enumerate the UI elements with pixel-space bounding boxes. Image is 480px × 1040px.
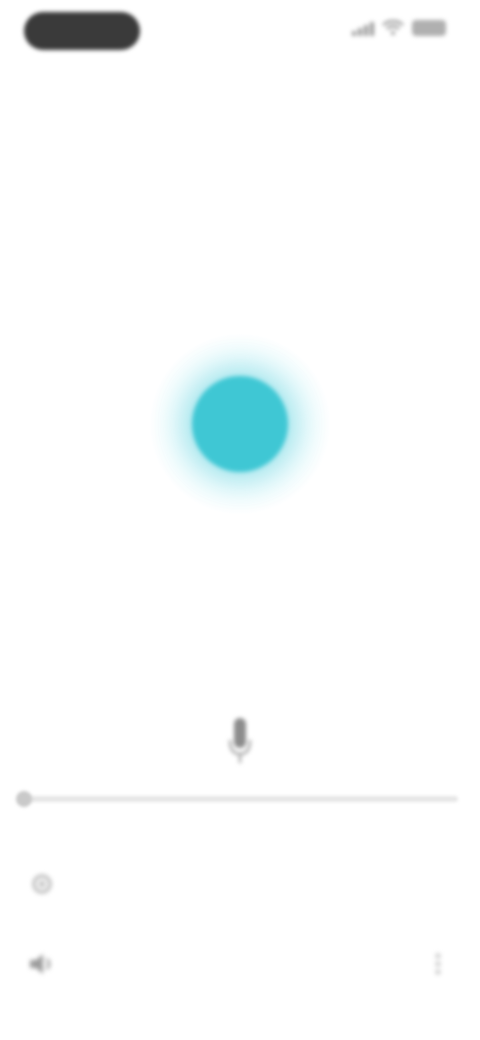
microphone-button[interactable] (220, 712, 260, 770)
battery-icon (412, 20, 446, 36)
microphone-icon (228, 718, 252, 763)
progress-thumb[interactable] (16, 791, 32, 807)
sound-icon (30, 954, 51, 974)
status-indicators (352, 20, 446, 36)
settings-button[interactable] (22, 864, 62, 904)
signal-icon (352, 20, 374, 36)
control-row-top (22, 864, 458, 908)
status-time-pill (24, 12, 140, 50)
control-row-bottom (22, 944, 458, 988)
more-button[interactable] (418, 944, 458, 984)
progress-bar[interactable] (22, 796, 458, 802)
app-screen (0, 0, 480, 1040)
wifi-icon (382, 20, 404, 35)
sound-button[interactable] (22, 944, 62, 984)
orb-core (192, 376, 288, 472)
settings-icon (32, 874, 52, 894)
more-icon (435, 953, 441, 975)
status-bar (0, 0, 480, 64)
breathing-orb (150, 334, 330, 514)
